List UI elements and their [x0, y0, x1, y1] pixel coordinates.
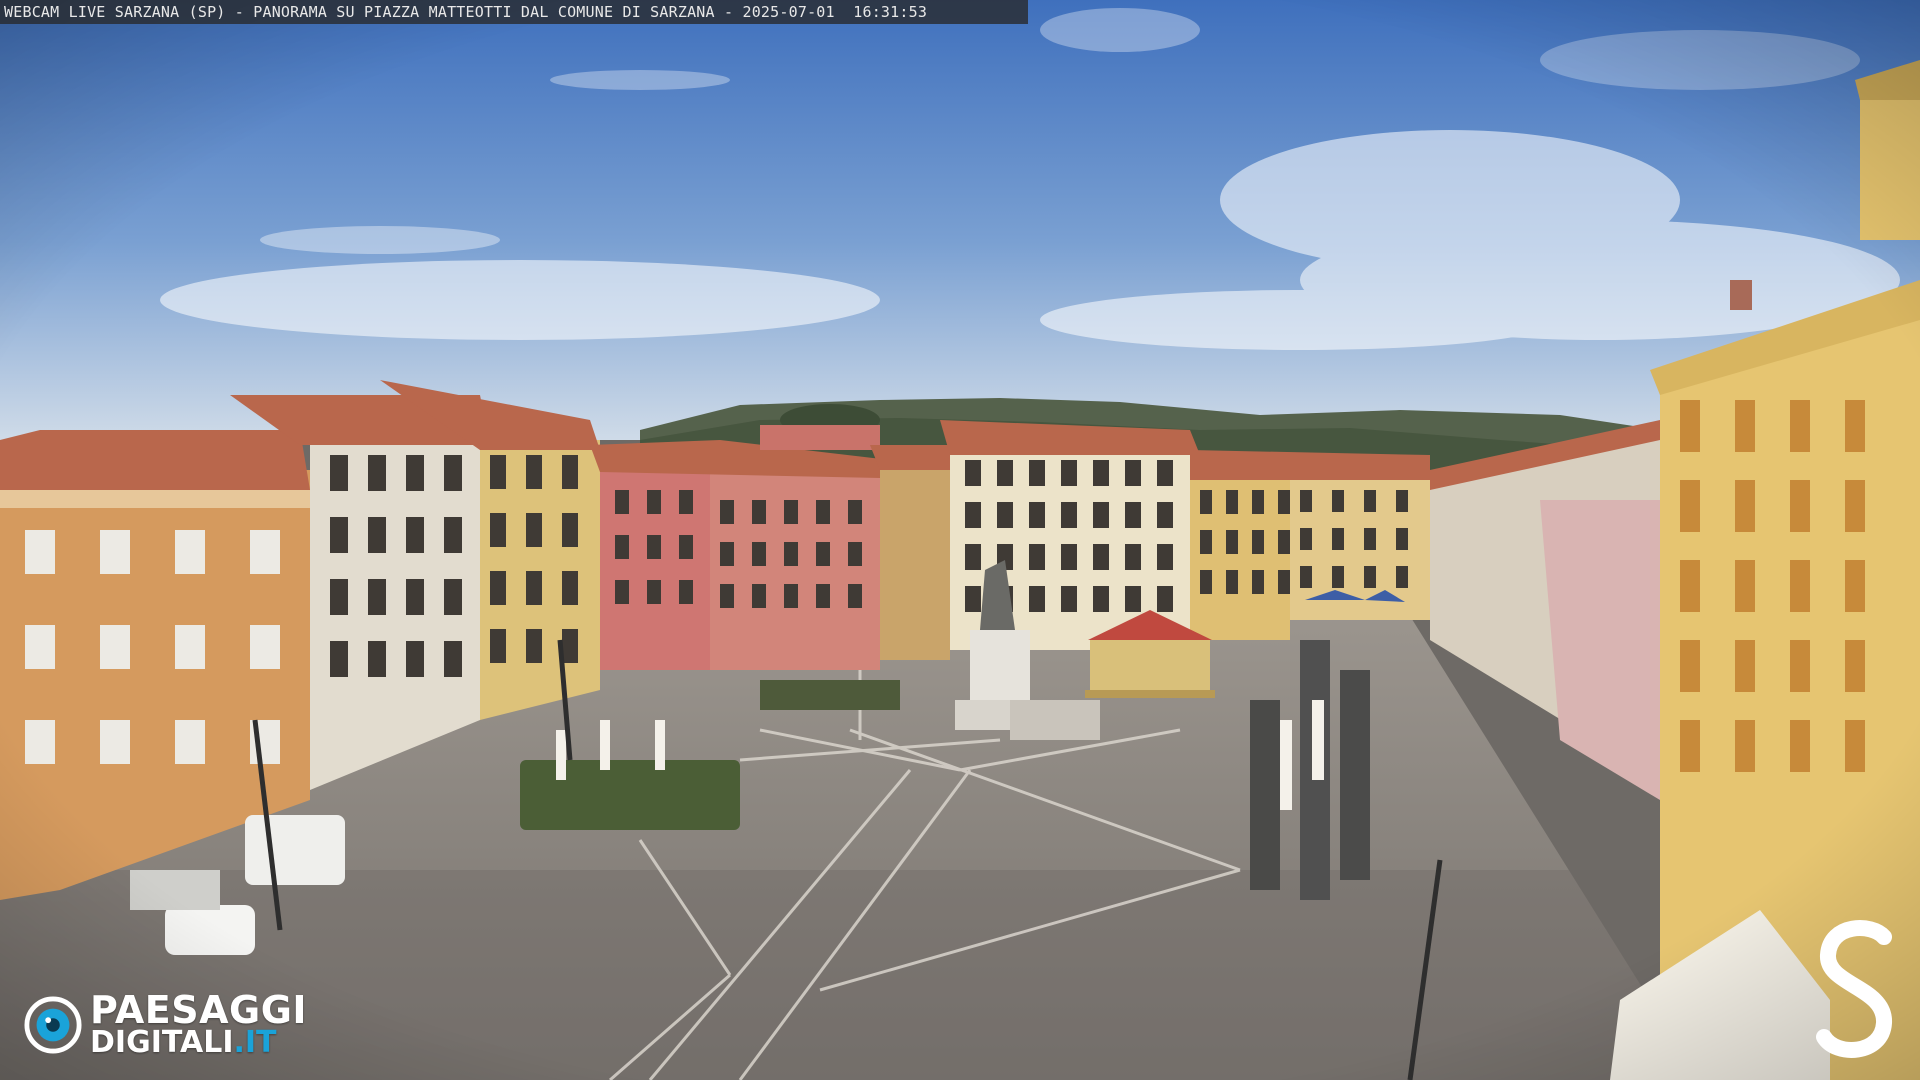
logo-line1: PAESAGGI	[90, 988, 308, 1032]
logo-line2-main: DIGITALI	[90, 1025, 234, 1060]
webcam-caption: WEBCAM LIVE SARZANA (SP) - PANORAMA SU P…	[0, 0, 1028, 24]
webcam-frame: WEBCAM LIVE SARZANA (SP) - PANORAMA SU P…	[0, 0, 1920, 1080]
logo-wordmark: PAESAGGI DIGITALI .IT	[90, 988, 308, 1058]
s-brand-logo	[1816, 920, 1892, 1058]
piazza-panorama-image	[0, 0, 1920, 1080]
paesaggi-digitali-logo: PAESAGGI DIGITALI .IT	[24, 990, 307, 1060]
logo-line2: DIGITALI .IT	[90, 1028, 307, 1058]
logo-line2-suffix: .IT	[233, 1025, 277, 1060]
eye-icon	[24, 996, 82, 1054]
